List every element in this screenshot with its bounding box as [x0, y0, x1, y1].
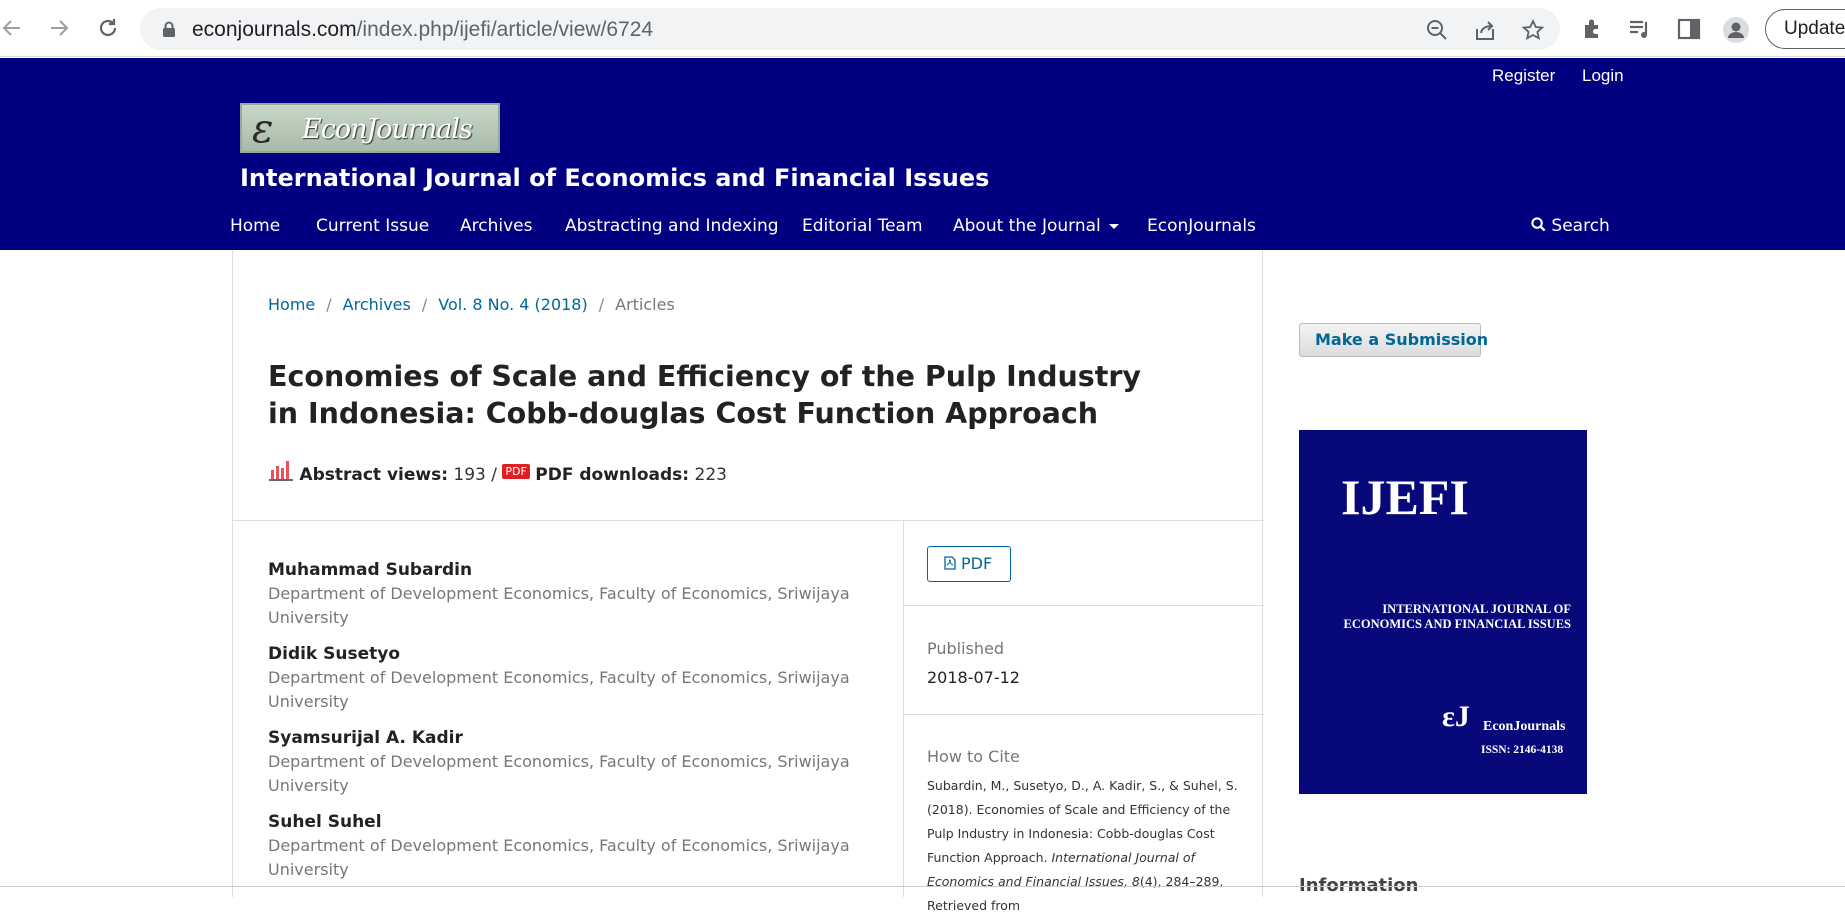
author-item: Muhammad Subardin Department of Developm… — [268, 560, 868, 630]
pdf-downloads-label: PDF downloads: — [535, 465, 690, 485]
nav-about-journal[interactable]: About the Journal — [953, 216, 1119, 236]
page-bottom-edge — [0, 886, 1845, 887]
nav-about-label: About the Journal — [953, 216, 1101, 236]
article-title: Economies of Scale and Efficiency of the… — [268, 360, 1141, 430]
browser-toolbar: econjournals.com/index.php/ijefi/article… — [0, 0, 1845, 57]
author-item: Didik Susetyo Department of Development … — [268, 644, 868, 714]
url-text[interactable]: econjournals.com/index.php/ijefi/article… — [192, 18, 653, 42]
author-affiliation: Department of Development Economics, Fac… — [268, 584, 850, 627]
breadcrumb: Home / Archives / Vol. 8 No. 4 (2018) / Articl… — [268, 295, 675, 314]
search-icon — [1531, 217, 1546, 232]
address-bar[interactable]: econjournals.com/index.php/ijefi/article… — [140, 8, 1560, 50]
nav-current-issue[interactable]: Current Issue — [316, 216, 429, 236]
stats-divider: / — [491, 465, 498, 485]
abstract-views-label: Abstract views: — [299, 465, 449, 485]
site-logo[interactable]: ε EconJournals — [240, 103, 500, 153]
side-panel-icon[interactable] — [1676, 16, 1702, 42]
pdf-button-label: PDF — [961, 554, 993, 573]
divider — [233, 520, 1264, 521]
breadcrumb-issue[interactable]: Vol. 8 No. 4 (2018) — [438, 295, 588, 314]
register-link[interactable]: Register — [1492, 66, 1555, 86]
author-affiliation: Department of Development Economics, Fac… — [268, 752, 850, 795]
breadcrumb-separator: / — [598, 295, 605, 314]
site-header: Register Login ε EconJournals Internatio… — [0, 58, 1845, 250]
back-icon[interactable] — [0, 14, 26, 42]
author-item: Syamsurijal A. Kadir Department of Devel… — [268, 728, 868, 798]
bookmark-star-icon[interactable] — [1521, 18, 1545, 41]
site-title[interactable]: International Journal of Economics and F… — [240, 164, 989, 192]
author-name: Suhel Suhel — [268, 812, 382, 832]
cover-title: IJEFI — [1341, 469, 1469, 525]
share-icon[interactable] — [1474, 19, 1496, 41]
cover-logo-text: EconJournals — [1483, 719, 1566, 734]
cover-subtitle: INTERNATIONAL JOURNAL OF ECONOMICS AND F… — [1343, 602, 1571, 631]
divider — [903, 714, 1264, 715]
logo-text: EconJournals — [302, 114, 473, 145]
nav-abstracting-indexing[interactable]: Abstracting and Indexing — [565, 216, 779, 236]
nav-home[interactable]: Home — [230, 216, 280, 236]
pdf-downloads-value: 223 — [694, 465, 727, 485]
nav-econjournals[interactable]: EconJournals — [1147, 216, 1256, 236]
article-main: Home / Archives / Vol. 8 No. 4 (2018) / Articl… — [232, 250, 1264, 913]
forward-icon[interactable] — [45, 14, 73, 42]
author-affiliation: Department of Development Economics, Fac… — [268, 668, 850, 711]
breadcrumb-home[interactable]: Home — [268, 295, 315, 314]
cover-issn: ISSN: 2146-4138 — [1481, 744, 1564, 756]
divider — [903, 605, 1264, 606]
nav-editorial-team[interactable]: Editorial Team — [802, 216, 923, 236]
bar-chart-icon — [269, 461, 293, 481]
lock-icon[interactable] — [162, 21, 176, 42]
abstract-views-value: 193 — [453, 465, 486, 485]
pdf-badge-icon: PDF — [502, 464, 530, 479]
author-name: Didik Susetyo — [268, 644, 401, 664]
media-queue-icon[interactable] — [1627, 16, 1653, 42]
file-pdf-icon — [944, 556, 956, 570]
breadcrumb-archives[interactable]: Archives — [343, 295, 411, 314]
caret-down-icon — [1108, 223, 1119, 229]
cover-logo-mark: εJ — [1442, 700, 1470, 733]
author-name: Muhammad Subardin — [268, 560, 473, 580]
search-label: Search — [1551, 216, 1610, 236]
published-date: 2018-07-12 — [927, 668, 1020, 687]
profile-avatar-icon[interactable] — [1722, 16, 1749, 43]
citation-text: Subardin, M., Susetyo, D., A. Kadir, S.,… — [927, 774, 1247, 918]
breadcrumb-current: Articles — [615, 295, 675, 314]
extensions-icon[interactable] — [1580, 16, 1606, 42]
journal-cover-image[interactable]: IJEFI INTERNATIONAL JOURNAL OF ECONOMICS… — [1299, 430, 1587, 794]
article-stats: Abstract views: 193 / PDF PDF downloads:… — [268, 458, 727, 485]
update-button[interactable]: Update — [1765, 9, 1845, 49]
author-item: Suhel Suhel Department of Development Ec… — [268, 812, 868, 882]
make-submission-button[interactable]: Make a Submission — [1299, 323, 1488, 357]
reload-icon[interactable] — [94, 14, 122, 42]
login-link[interactable]: Login — [1582, 66, 1624, 86]
search-link[interactable]: Search — [1531, 216, 1610, 236]
divider-vertical — [903, 520, 904, 897]
logo-mark: ε — [252, 106, 274, 152]
author-name: Syamsurijal A. Kadir — [268, 728, 463, 748]
how-to-cite-label: How to Cite — [927, 747, 1020, 766]
breadcrumb-separator: / — [421, 295, 428, 314]
pdf-download-button[interactable]: PDF — [927, 546, 1011, 582]
published-label: Published — [927, 639, 1005, 658]
nav-archives[interactable]: Archives — [460, 216, 532, 236]
zoom-icon[interactable] — [1426, 19, 1448, 41]
author-affiliation: Department of Development Economics, Fac… — [268, 836, 850, 879]
breadcrumb-separator: / — [326, 295, 332, 314]
